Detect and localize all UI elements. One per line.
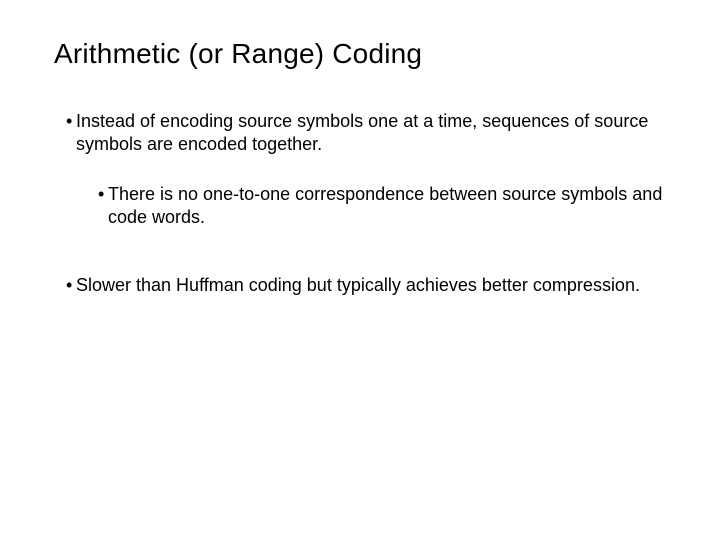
bullet-item: •Slower than Huffman coding but typicall… <box>54 274 670 297</box>
bullet-item: •There is no one-to-one correspondence b… <box>54 183 670 228</box>
bullet-icon: • <box>98 183 108 206</box>
bullet-text: Instead of encoding source symbols one a… <box>76 111 648 154</box>
slide-title: Arithmetic (or Range) Coding <box>54 38 670 70</box>
bullet-icon: • <box>66 110 76 133</box>
slide: Arithmetic (or Range) Coding •Instead of… <box>0 0 720 540</box>
bullet-text: Slower than Huffman coding but typically… <box>76 275 640 295</box>
bullet-text: There is no one-to-one correspondence be… <box>108 184 662 227</box>
bullet-icon: • <box>66 274 76 297</box>
slide-body: •Instead of encoding source symbols one … <box>54 110 670 297</box>
bullet-item: •Instead of encoding source symbols one … <box>54 110 670 155</box>
